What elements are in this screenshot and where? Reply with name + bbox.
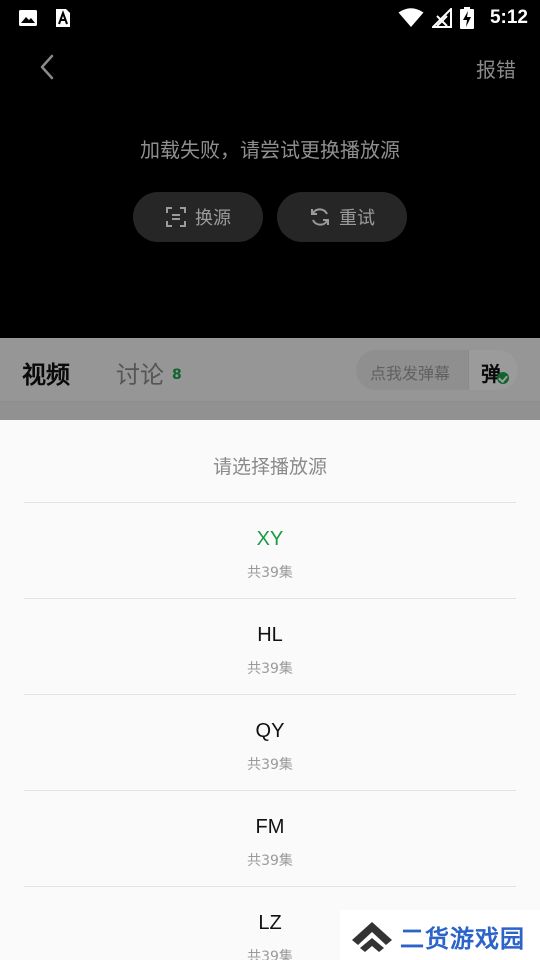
watermark-text: 二货游戏园	[400, 925, 525, 953]
report-button[interactable]: 报错	[476, 54, 516, 83]
screen: 5:12 报错 加载失败，请尝试更换播放源 换源 重试 视频 讨论 8 点我发弹…	[0, 0, 540, 960]
source-episode-count: 共39集	[247, 565, 293, 581]
a-font-icon	[56, 9, 70, 27]
source-item-qy[interactable]: QY 共39集	[24, 694, 516, 790]
error-message: 加载失败，请尝试更换播放源	[140, 138, 400, 162]
content-strip	[0, 402, 540, 420]
image-icon	[19, 10, 37, 26]
source-episode-count: 共39集	[247, 853, 293, 869]
source-name: HL	[257, 624, 283, 646]
back-icon[interactable]	[34, 52, 62, 82]
wifi-icon	[398, 8, 424, 27]
source-item-hl[interactable]: HL 共39集	[24, 598, 516, 694]
status-right-group: 5:12	[398, 0, 528, 36]
check-icon	[497, 372, 509, 384]
retry-label: 重试	[339, 208, 375, 229]
switch-source-icon	[166, 207, 186, 227]
watermark: 二货游戏园	[340, 910, 540, 960]
retry-button[interactable]: 重试	[277, 192, 407, 242]
source-episode-count: 共39集	[247, 757, 293, 773]
switch-source-label: 换源	[195, 208, 231, 229]
discuss-count-badge: 8	[172, 367, 182, 383]
danmu-placeholder: 点我发弹幕	[370, 364, 451, 383]
sheet-title: 请选择播放源	[212, 456, 327, 478]
no-signal-icon	[431, 8, 452, 28]
status-time: 5:12	[489, 7, 528, 28]
video-player[interactable]: 报错 加载失败，请尝试更换播放源 换源 重试	[0, 36, 540, 338]
tab-discuss[interactable]: 讨论	[116, 355, 164, 390]
danmu-input-box[interactable]: 点我发弹幕 弹	[356, 350, 518, 390]
source-item-fm[interactable]: FM 共39集	[24, 790, 516, 886]
battery-charging-icon	[459, 7, 474, 29]
status-bar: 5:12	[0, 0, 540, 36]
chevron-logo-icon	[352, 922, 392, 952]
danmu-toggle-label: 弹	[481, 362, 501, 386]
source-episode-count: 共39集	[247, 661, 293, 677]
switch-source-button[interactable]: 换源	[133, 192, 263, 242]
source-name: QY	[255, 720, 285, 742]
source-item-xy[interactable]: XY 共39集	[24, 502, 516, 598]
tab-video[interactable]: 视频	[22, 355, 70, 390]
refresh-icon	[311, 208, 329, 226]
source-picker-sheet: 请选择播放源 XY 共39集 HL 共39集 QY 共39集 FM 共39集 L…	[0, 420, 540, 960]
tabs-bar: 视频 讨论 8 点我发弹幕 弹	[0, 338, 540, 402]
source-name: FM	[255, 816, 285, 838]
danmu-toggle-button[interactable]: 弹	[468, 350, 518, 390]
source-name: XY	[256, 528, 284, 550]
